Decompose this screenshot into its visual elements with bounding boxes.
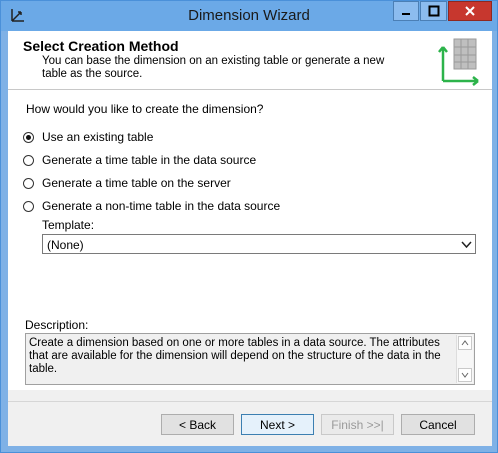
description-scrollbar[interactable] bbox=[456, 335, 473, 383]
scroll-up-button[interactable] bbox=[458, 336, 472, 350]
option-label: Generate a non-time table in the data so… bbox=[42, 199, 281, 213]
description-text: Create a dimension based on one or more … bbox=[29, 337, 441, 375]
description-label: Description: bbox=[25, 318, 89, 332]
option-generate-non-time-table[interactable]: Generate a non-time table in the data so… bbox=[23, 199, 280, 213]
back-button[interactable]: < Back bbox=[161, 414, 234, 435]
option-generate-time-table-server[interactable]: Generate a time table on the server bbox=[23, 176, 231, 190]
option-use-existing-table[interactable]: Use an existing table bbox=[23, 130, 153, 144]
template-selected-value: (None) bbox=[47, 238, 84, 252]
scroll-down-button[interactable] bbox=[458, 368, 472, 382]
maximize-button[interactable] bbox=[420, 1, 447, 21]
radio-button[interactable] bbox=[23, 154, 34, 166]
dimension-cube-icon bbox=[434, 33, 484, 88]
radio-button[interactable] bbox=[23, 177, 34, 189]
cancel-button[interactable]: Cancel bbox=[401, 414, 475, 435]
page-title: Select Creation Method bbox=[23, 38, 179, 54]
option-label: Use an existing table bbox=[42, 130, 154, 144]
chevron-down-icon[interactable] bbox=[461, 239, 472, 250]
template-label: Template: bbox=[42, 218, 95, 232]
option-generate-time-table-data-source[interactable]: Generate a time table in the data source bbox=[23, 153, 256, 167]
option-label: Generate a time table on the server bbox=[42, 176, 231, 190]
footer-divider bbox=[8, 401, 492, 402]
description-textbox: Create a dimension based on one or more … bbox=[25, 333, 475, 385]
wizard-client-area: Select Creation Method You can base the … bbox=[8, 31, 492, 446]
option-label: Generate a time table in the data source bbox=[42, 153, 257, 167]
title-bar: Dimension Wizard bbox=[1, 1, 497, 31]
wizard-header: Select Creation Method You can base the … bbox=[8, 31, 492, 90]
radio-button[interactable] bbox=[23, 200, 34, 212]
minimize-button[interactable] bbox=[393, 1, 419, 21]
radio-button-selected[interactable] bbox=[23, 131, 34, 143]
wizard-window: Dimension Wizard Select Creation Method … bbox=[0, 0, 498, 453]
creation-question: How would you like to create the dimensi… bbox=[26, 102, 264, 116]
page-description: You can base the dimension on an existin… bbox=[42, 55, 385, 80]
template-dropdown[interactable]: (None) bbox=[42, 234, 476, 254]
next-button[interactable]: Next > bbox=[241, 414, 314, 435]
finish-button[interactable]: Finish >>| bbox=[321, 414, 394, 435]
close-button[interactable] bbox=[448, 1, 492, 21]
